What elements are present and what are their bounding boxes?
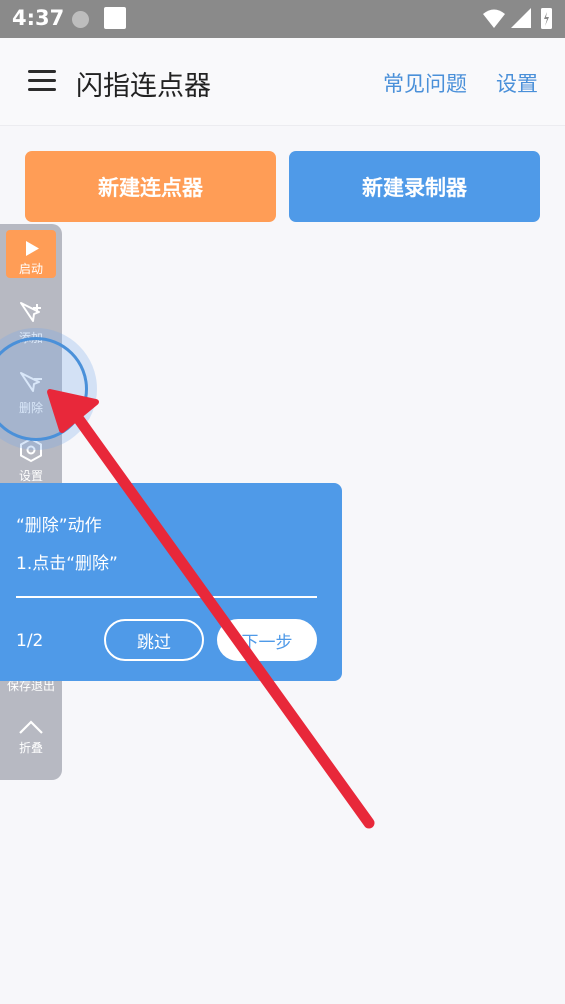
float-start-button[interactable]: 启动 <box>6 230 56 278</box>
play-icon <box>26 241 39 256</box>
float-collapse-label: 折叠 <box>18 741 43 755</box>
highlight-ring <box>0 328 97 450</box>
status-icons <box>483 8 552 29</box>
status-time: 4:37 <box>12 6 65 30</box>
tooltip-step: 1.点击“删除” <box>16 554 118 574</box>
new-recorder-button[interactable]: 新建录制器 <box>289 151 540 222</box>
page-title: 闪指连点器 <box>76 71 211 102</box>
tooltip-title: “删除”动作 <box>16 516 102 536</box>
next-step-button[interactable]: 下一步 <box>217 619 317 661</box>
notification-square-icon <box>104 7 126 29</box>
tooltip-divider <box>16 596 317 598</box>
float-collapse-button[interactable]: 折叠 <box>0 718 62 762</box>
hamburger-menu-icon[interactable] <box>28 68 58 94</box>
float-start-label: 启动 <box>18 262 43 276</box>
app-bar: 闪指连点器 常见问题 设置 <box>0 38 565 126</box>
notification-dot-icon <box>72 11 89 28</box>
faq-link[interactable]: 常见问题 <box>383 68 467 98</box>
signal-icon <box>511 8 531 28</box>
float-settings-label: 设置 <box>18 469 43 483</box>
new-clicker-button[interactable]: 新建连点器 <box>25 151 276 222</box>
guide-tooltip: “删除”动作 1.点击“删除” 1/2 跳过 下一步 <box>0 483 342 681</box>
wifi-icon <box>483 9 505 28</box>
chevron-up-icon <box>19 720 43 734</box>
skip-button[interactable]: 跳过 <box>104 619 204 661</box>
cursor-plus-icon <box>20 302 41 322</box>
settings-link[interactable]: 设置 <box>496 68 538 98</box>
tooltip-page-indicator: 1/2 <box>16 631 44 651</box>
status-bar: 4:37 <box>0 0 565 38</box>
